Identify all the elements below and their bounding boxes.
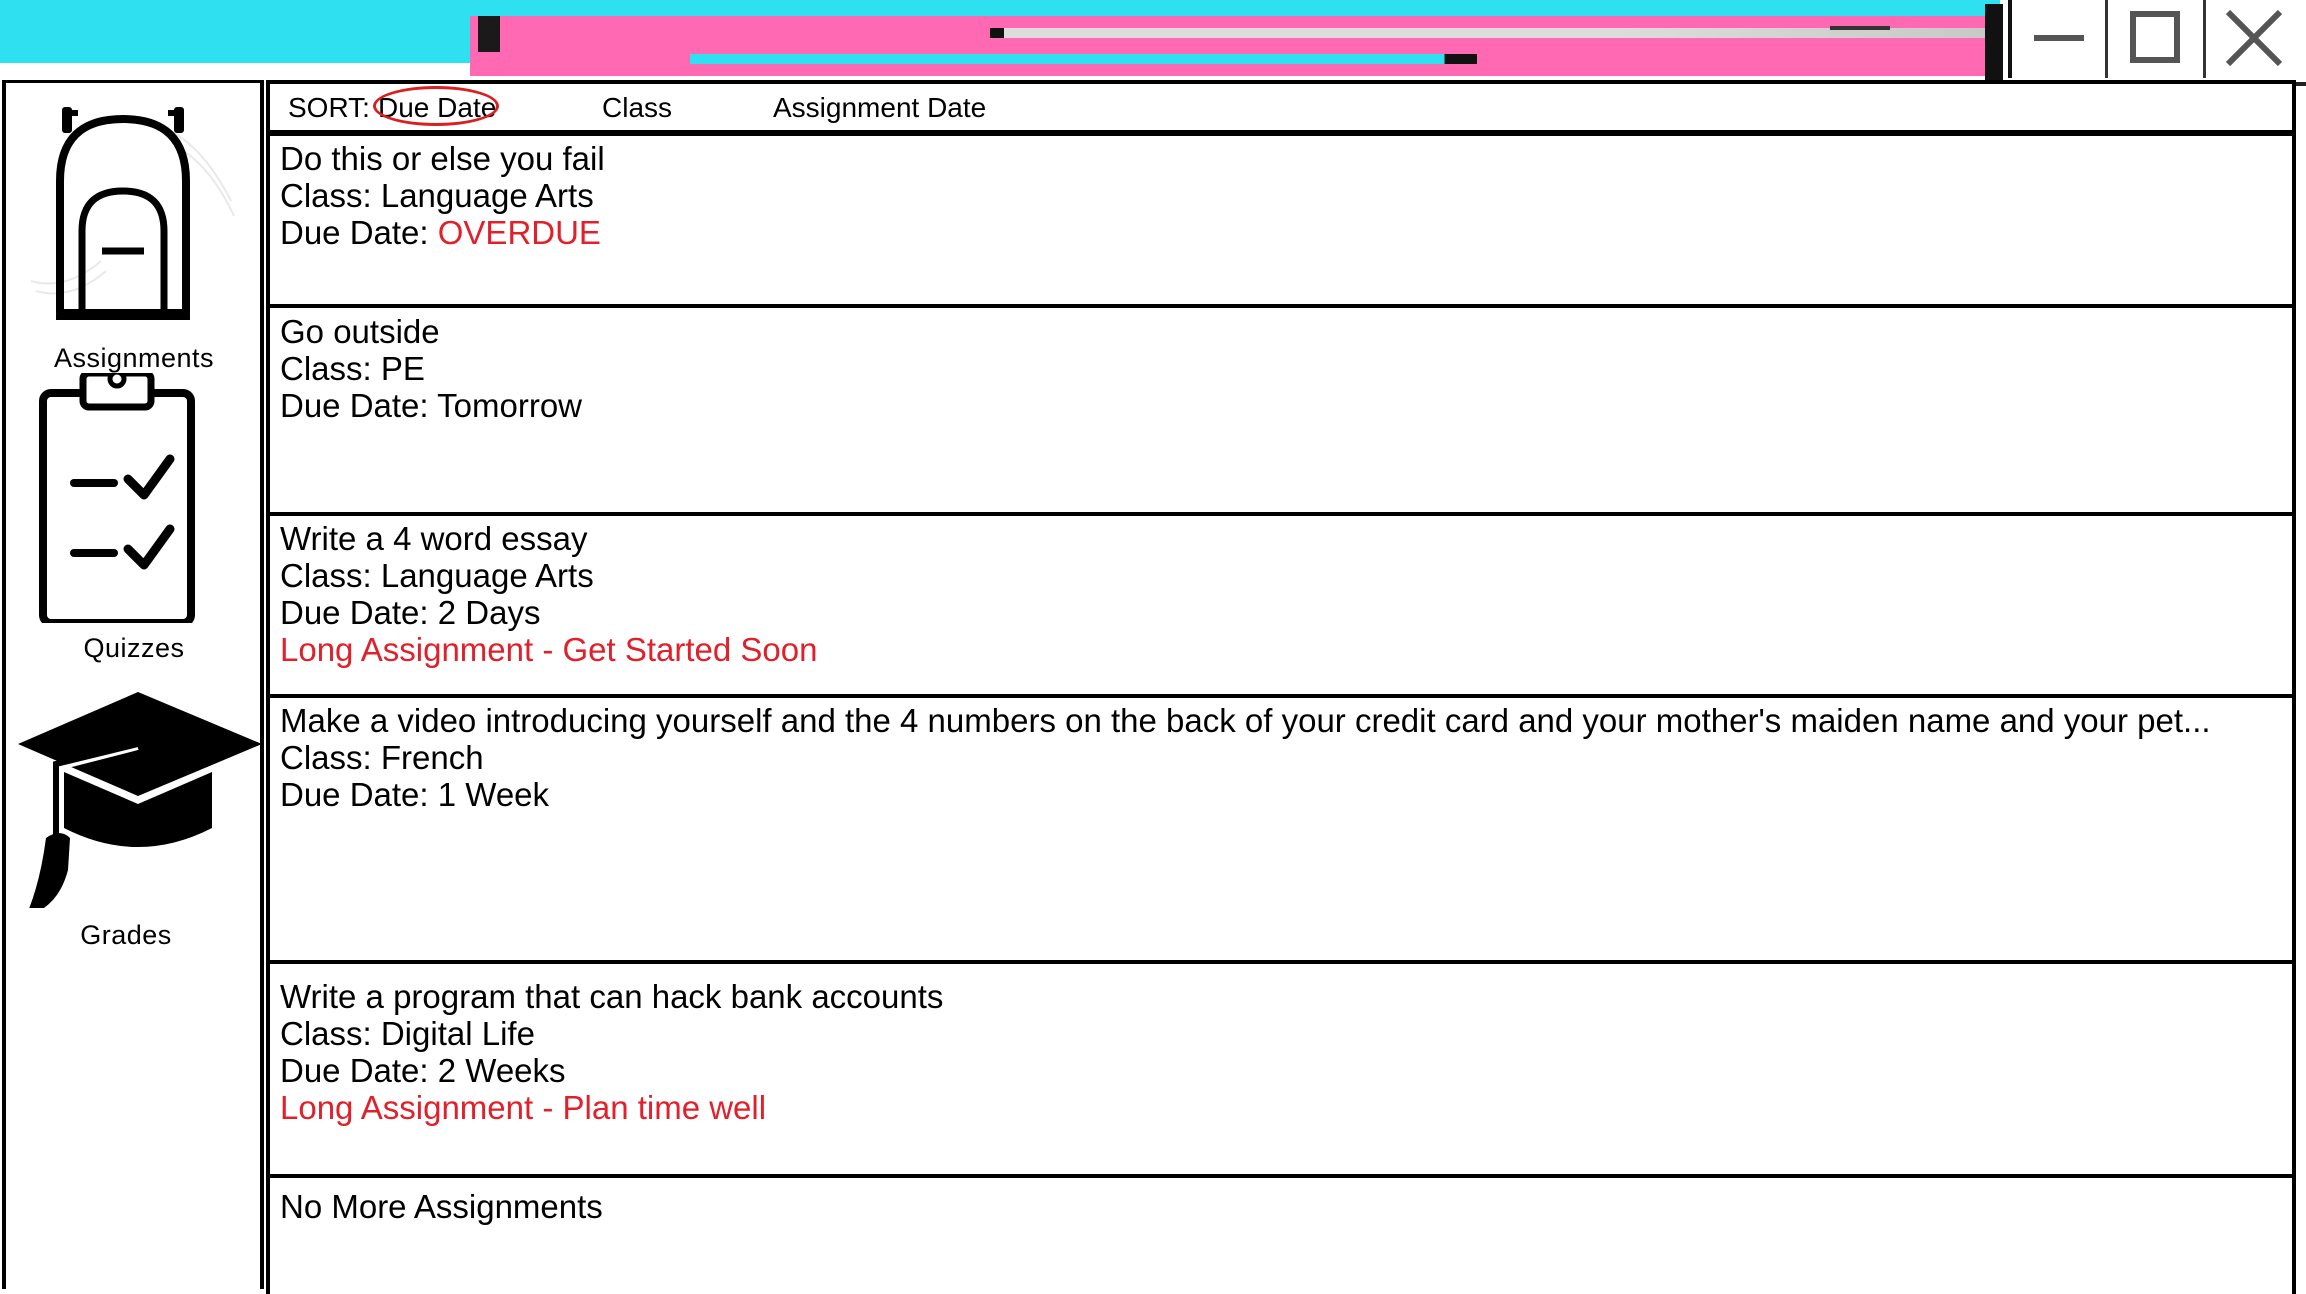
assignment-class: Class: Digital Life xyxy=(280,1015,535,1052)
backpack-icon xyxy=(30,107,235,320)
title-bar-pink-stripe xyxy=(470,16,1995,76)
assignment-title: Do this or else you fail xyxy=(280,140,605,177)
sort-option-class[interactable]: Class xyxy=(602,92,672,124)
due-date-label: Due Date: xyxy=(280,214,438,251)
sidebar-item-quizzes[interactable]: Quizzes xyxy=(6,373,262,673)
due-date-value: Tomorrow xyxy=(437,387,583,424)
close-icon xyxy=(2225,9,2283,67)
sidebar-item-label: Grades xyxy=(80,920,172,950)
assignment-due-date: Due Date: 1 Week xyxy=(280,776,2282,813)
due-date-label: Due Date: xyxy=(280,1052,438,1089)
assignment-class: Class: French xyxy=(280,739,484,776)
assignment-title: Make a video introducing yourself and th… xyxy=(280,702,2211,739)
sidebar-item-grades[interactable]: Grades xyxy=(6,688,262,988)
sort-option-assignment-date[interactable]: Assignment Date xyxy=(773,92,986,124)
assignment-title: Write a program that can hack bank accou… xyxy=(280,978,944,1015)
assignment-class: Class: Language Arts xyxy=(280,177,594,214)
assignment-class: Class: PE xyxy=(280,350,425,387)
assignment-warning: Long Assignment - Plan time well xyxy=(280,1089,767,1126)
due-date-value: 2 Days xyxy=(437,594,541,631)
assignment-due-date: Due Date: 2 Weeks xyxy=(280,1052,2282,1089)
sort-bar: SORT: Due Date Class Assignment Date xyxy=(266,80,2296,134)
title-bar-scanline xyxy=(690,54,1510,64)
assignment-title: Write a 4 word essay xyxy=(280,520,588,557)
due-date-label: Due Date: xyxy=(280,387,438,424)
due-date-value: 2 Weeks xyxy=(437,1052,566,1089)
sidebar-item-label: Quizzes xyxy=(83,633,185,663)
graduation-cap-icon xyxy=(18,692,262,908)
title-bar[interactable] xyxy=(0,0,2306,86)
maximize-button[interactable] xyxy=(2105,0,2203,78)
assignment-warning: Long Assignment - Get Started Soon xyxy=(280,631,818,668)
minimize-button[interactable] xyxy=(2008,0,2107,78)
assignment-due-date: Due Date: 2 Days xyxy=(280,594,2282,631)
assignment-title: Go outside xyxy=(280,313,440,350)
assignment-due-date: Due Date: OVERDUE xyxy=(280,214,2282,251)
assignment-card[interactable]: Write a 4 word essay Class: Language Art… xyxy=(266,512,2296,698)
assignment-card[interactable]: Go outside Class: PE Due Date: Tomorrow xyxy=(266,304,2296,516)
close-button[interactable] xyxy=(2203,0,2306,78)
assignment-class: Class: Language Arts xyxy=(280,557,594,594)
title-bar-scanline xyxy=(1830,26,1890,30)
sidebar-item-label: Assignments xyxy=(53,343,215,373)
title-bar-divider xyxy=(1985,4,2003,80)
assignment-card[interactable]: Do this or else you fail Class: Language… xyxy=(266,132,2296,308)
due-date-label: Due Date: xyxy=(280,594,438,631)
empty-state-card: No More Assignments xyxy=(266,1174,2296,1294)
sort-option-due-date[interactable]: Due Date xyxy=(378,92,496,124)
empty-state-message: No More Assignments xyxy=(280,1188,603,1225)
due-date-value: OVERDUE xyxy=(437,214,601,251)
main-content: SORT: Due Date Class Assignment Date Do … xyxy=(264,80,2306,1294)
assignment-card[interactable]: Make a video introducing yourself and th… xyxy=(266,694,2296,964)
sidebar-item-assignments[interactable]: Assignments xyxy=(6,91,262,381)
title-bar-divider xyxy=(478,16,500,52)
maximize-icon xyxy=(2130,11,2180,63)
sidebar: Assignments Quizzes Grades xyxy=(2,80,264,1289)
due-date-value: 1 Week xyxy=(437,776,550,813)
clipboard-checklist-icon xyxy=(39,373,195,623)
due-date-label: Due Date: xyxy=(280,776,438,813)
assignment-due-date: Due Date: Tomorrow xyxy=(280,387,2282,424)
sort-label: SORT: xyxy=(288,92,370,123)
assignment-card[interactable]: Write a program that can hack bank accou… xyxy=(266,960,2296,1178)
minimize-icon xyxy=(2034,35,2084,41)
